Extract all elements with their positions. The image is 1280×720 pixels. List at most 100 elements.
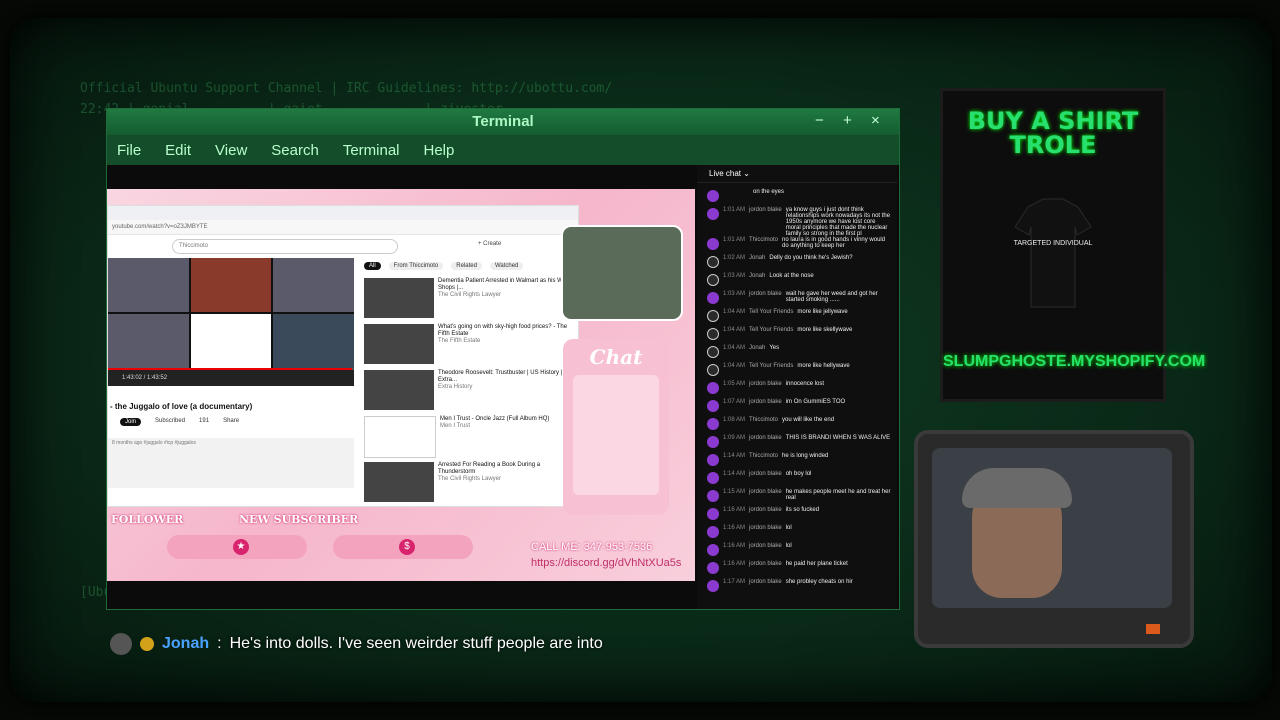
avatar[interactable]: [707, 238, 719, 250]
live-chat-header[interactable]: Live chat ⌄: [697, 165, 897, 183]
chat-author[interactable]: jordon blake: [749, 381, 782, 387]
related-video[interactable]: Dementia Patient Arrested in Walmart as …: [364, 278, 574, 322]
webcam-screen: [932, 448, 1172, 608]
chat-message: 1:16 AM jordon blake its so fucked: [707, 507, 891, 525]
star-icon: ★: [233, 539, 249, 555]
video-tile: [190, 258, 272, 312]
chat-author[interactable]: jordon blake: [749, 399, 782, 405]
avatar[interactable]: [707, 190, 719, 202]
menu-edit[interactable]: Edit: [165, 142, 191, 159]
video-title: - the Juggalo of love (a documentary): [110, 402, 253, 411]
avatar[interactable]: [707, 256, 719, 268]
badge-icon: [140, 637, 154, 651]
related-video[interactable]: Men I Trust - Oncle Jazz (Full Album HQ)…: [364, 416, 574, 460]
chat-author[interactable]: Jonah: [749, 273, 765, 279]
chat-author[interactable]: jordon blake: [749, 471, 782, 477]
avatar[interactable]: [707, 364, 719, 376]
avatar[interactable]: [707, 472, 719, 484]
video-tile: [108, 258, 189, 312]
avatar[interactable]: [707, 526, 719, 538]
chat-text: he paid her plane ticket: [785, 561, 848, 567]
chat-author[interactable]: jordon blake: [749, 561, 782, 567]
close-icon[interactable]: ×: [871, 112, 880, 129]
related-title: Arrested For Reading a Book During a Thu…: [438, 462, 541, 475]
avatar[interactable]: [707, 580, 719, 592]
discord-link[interactable]: https://discord.gg/dVhNtXUa5s: [531, 557, 681, 569]
chat-text: lol: [785, 525, 792, 531]
avatar[interactable]: [707, 292, 719, 304]
related-channel: The Fifth Estate: [438, 338, 481, 344]
menu-terminal[interactable]: Terminal: [343, 142, 400, 159]
share-button[interactable]: Share: [223, 418, 239, 426]
chat-author[interactable]: jordon blake: [749, 543, 782, 549]
avatar[interactable]: [707, 544, 719, 556]
address-bar[interactable]: youtube.com/watch?v=oZ3JMBYTE: [108, 220, 578, 235]
subscriber-label: NEW SUBSCRIBER: [239, 513, 359, 526]
menu-view[interactable]: View: [215, 142, 247, 159]
menu-search[interactable]: Search: [271, 142, 319, 159]
chat-author[interactable]: Thiccimoto: [749, 237, 778, 243]
create-button[interactable]: + Create: [478, 241, 501, 247]
chat-author[interactable]: Tell Your Friends: [749, 309, 793, 315]
chat-message: 1:17 AM jordon blake she probley cheats on…: [707, 579, 891, 597]
avatar[interactable]: [707, 382, 719, 394]
avatar[interactable]: [707, 418, 719, 430]
chat-timestamp: 1:01 AM: [723, 237, 746, 243]
avatar[interactable]: [707, 400, 719, 412]
avatar[interactable]: [707, 490, 719, 502]
maximize-icon[interactable]: +: [843, 112, 852, 129]
avatar[interactable]: [707, 562, 719, 574]
chat-author[interactable]: jordon blake: [749, 435, 782, 441]
chat-author[interactable]: jordon blake: [749, 507, 782, 513]
related-video[interactable]: Theodore Roosevelt: Trustbuster | US His…: [364, 370, 574, 414]
minimize-icon[interactable]: −: [815, 112, 824, 129]
chat-author[interactable]: jordon blake: [749, 489, 782, 495]
chat-text: he is long winded: [782, 453, 829, 459]
shop-url[interactable]: SLUMPGHOSTE.MYSHOPIFY.COM: [943, 353, 1205, 371]
player-controls[interactable]: 1:43:02 / 1:43:52: [108, 370, 354, 386]
chat-author[interactable]: Tell Your Friends: [749, 363, 793, 369]
avatar[interactable]: [707, 436, 719, 448]
filter-chip[interactable]: All: [364, 262, 381, 270]
avatar[interactable]: [707, 274, 719, 286]
avatar[interactable]: [707, 310, 719, 322]
chat-author[interactable]: Thiccimoto: [749, 453, 778, 459]
avatar[interactable]: [707, 454, 719, 466]
terminal-window: Terminal − + × File Edit View Search Ter…: [106, 108, 900, 610]
monitor-knob-icon: [1146, 624, 1160, 634]
join-button[interactable]: Join: [120, 418, 142, 426]
chat-author[interactable]: jordon blake: [749, 579, 782, 585]
filter-chip[interactable]: Watched: [489, 262, 524, 270]
related-videos: Dementia Patient Arrested in Walmart as …: [364, 278, 574, 508]
chat-author[interactable]: Thiccimoto: [749, 417, 778, 423]
video-tile: [273, 258, 354, 312]
subscribed-button[interactable]: Subscribed: [155, 418, 185, 426]
related-video[interactable]: What's going on with sky-high food price…: [364, 324, 574, 368]
chat-author[interactable]: jordon blake: [749, 291, 782, 297]
like-count[interactable]: 191: [199, 418, 209, 426]
chat-author[interactable]: jordon blake: [749, 525, 782, 531]
stream-overlay: youtube.com/watch?v=oZ3JMBYTE Thiccimoto…: [107, 189, 695, 581]
menu-file[interactable]: File: [117, 142, 141, 159]
menu-help[interactable]: Help: [424, 142, 455, 159]
chat-author[interactable]: Jonah: [749, 255, 765, 261]
chat-timestamp: 1:03 AM: [723, 291, 746, 297]
video-description[interactable]: 8 months ago #juggalo #icp #juggalos: [108, 438, 354, 488]
search-input[interactable]: Thiccimoto: [172, 239, 398, 254]
avatar[interactable]: [707, 208, 719, 220]
related-channel: Extra History: [438, 384, 473, 390]
avatar[interactable]: [707, 508, 719, 520]
video-player[interactable]: 1:43:02 / 1:43:52: [108, 258, 354, 386]
filter-chip[interactable]: Related: [451, 262, 482, 270]
chat-author[interactable]: Tell Your Friends: [749, 327, 793, 333]
chat-author[interactable]: jordon blake: [749, 207, 782, 213]
chat-timestamp: 1:02 AM: [723, 255, 746, 261]
call-me-text: CALL ME: 347-953-7536: [531, 541, 653, 553]
chat-author[interactable]: Jonah: [749, 345, 765, 351]
avatar[interactable]: [707, 328, 719, 340]
overlay-chat-box: Chat: [563, 339, 669, 515]
browser-tabs[interactable]: [108, 206, 578, 220]
avatar[interactable]: [707, 346, 719, 358]
related-video[interactable]: Arrested For Reading a Book During a Thu…: [364, 462, 574, 506]
filter-chip[interactable]: From Thiccimoto: [388, 262, 444, 270]
